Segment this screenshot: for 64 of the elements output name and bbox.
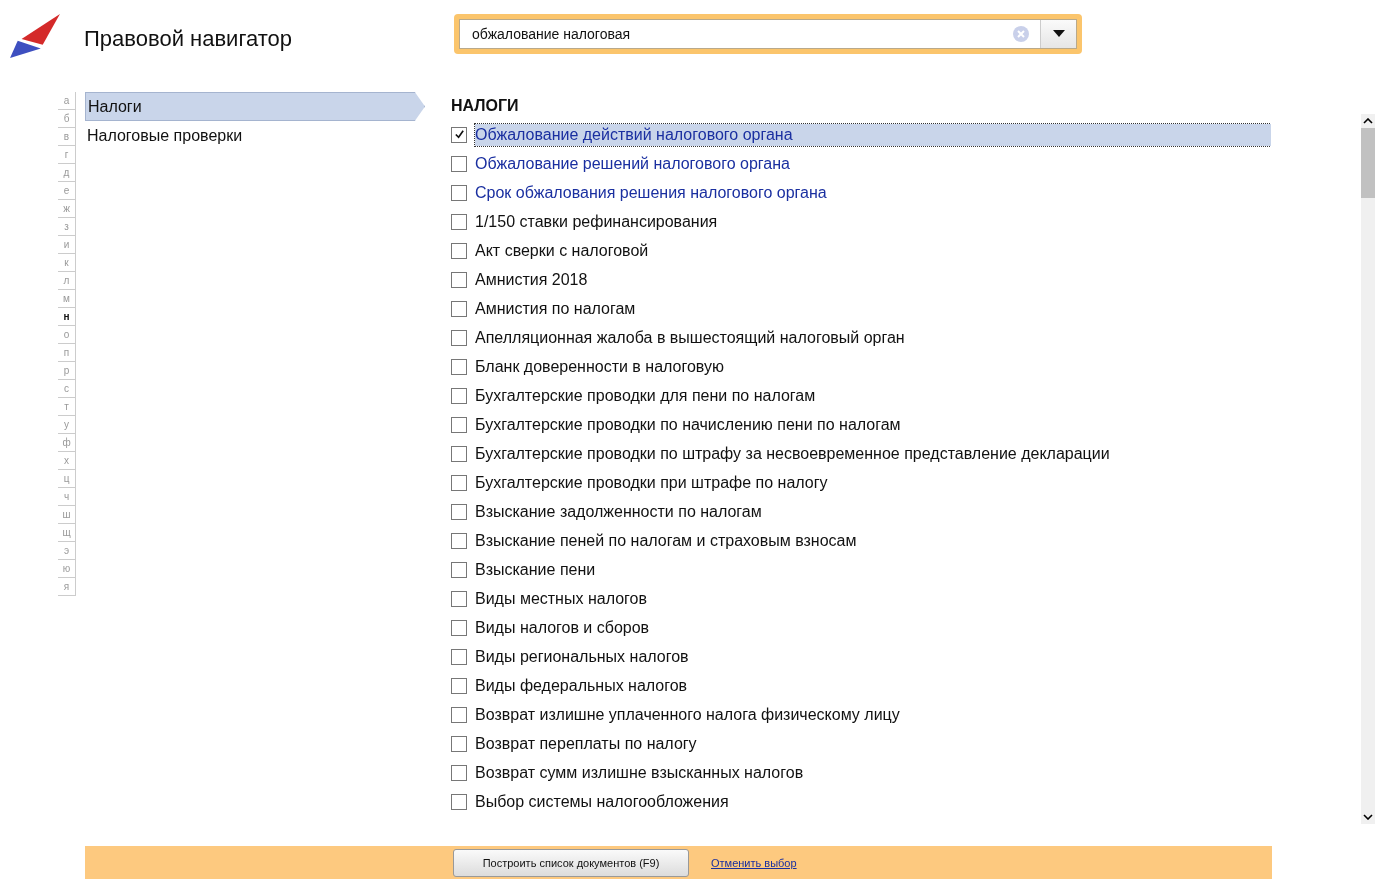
checkbox[interactable] xyxy=(451,706,467,723)
checkbox[interactable] xyxy=(451,242,467,259)
list-item[interactable]: Виды региональных налогов xyxy=(475,645,689,668)
build-list-button[interactable]: Построить список документов (F9) xyxy=(453,848,689,877)
checkbox[interactable] xyxy=(451,271,467,288)
list-item[interactable]: Бухгалтерские проводки по штрафу за несвоевременное представление декларации xyxy=(475,442,1110,465)
list-item[interactable]: Амнистия по налогам xyxy=(475,297,636,320)
list-item[interactable]: Обжалование действий налогового органа xyxy=(475,123,1271,146)
list-item[interactable]: Апелляционная жалоба в вышестоящий налоговый орган xyxy=(475,326,905,349)
sidebar-item[interactable]: Налоги xyxy=(85,92,425,121)
checkbox[interactable] xyxy=(451,126,467,143)
scrollbar[interactable] xyxy=(1361,114,1375,824)
list-item[interactable]: Выбор системы налогообложения xyxy=(475,790,729,813)
checkbox[interactable] xyxy=(451,503,467,520)
checkbox[interactable] xyxy=(451,735,467,752)
checkbox[interactable] xyxy=(451,155,467,172)
cancel-selection-link[interactable]: Отменить выбор xyxy=(711,856,797,869)
caret-down-icon xyxy=(1052,30,1065,38)
sidebar-item[interactable]: Налоговые проверки xyxy=(85,121,425,150)
list-item[interactable]: Обжалование решений налогового органа xyxy=(475,152,790,175)
list-item[interactable]: 1/150 ставки рефинансирования xyxy=(475,210,718,233)
chevron-up-icon[interactable] xyxy=(1363,118,1373,124)
list-item[interactable]: Бухгалтерские проводки при штрафе по налогу xyxy=(475,471,828,494)
chevron-down-icon[interactable] xyxy=(1363,814,1373,820)
list-item[interactable]: Бухгалтерские проводки по начислению пени по налогам xyxy=(475,413,901,436)
checkbox[interactable] xyxy=(451,474,467,491)
search-box[interactable]: обжалование налоговая xyxy=(459,19,1077,49)
checkbox[interactable] xyxy=(451,590,467,607)
checkbox[interactable] xyxy=(451,213,467,230)
check-icon xyxy=(453,129,465,140)
checkbox[interactable] xyxy=(451,619,467,636)
alphabet-letter[interactable]: н xyxy=(58,308,76,326)
section-heading: НАЛОГИ xyxy=(451,96,520,116)
list-item[interactable]: Возврат переплаты по налогу xyxy=(475,732,697,755)
list-item[interactable]: Виды местных налогов xyxy=(475,587,647,610)
checkbox[interactable] xyxy=(451,764,467,781)
list-item[interactable]: Виды федеральных налогов xyxy=(475,674,688,697)
checkbox[interactable] xyxy=(451,300,467,317)
dropdown-button[interactable] xyxy=(1040,20,1076,48)
logo-icon xyxy=(8,12,62,60)
list-item[interactable]: Срок обжалования решения налогового органа xyxy=(475,181,827,204)
checkbox[interactable] xyxy=(451,532,467,549)
list-item[interactable]: Возврат сумм излишне взысканных налогов xyxy=(475,761,804,784)
checkbox[interactable] xyxy=(451,561,467,578)
list-item[interactable]: Бланк доверенности в налоговую xyxy=(475,355,724,378)
checkbox[interactable] xyxy=(451,329,467,346)
list-item[interactable]: Возврат излишне уплаченного налога физическому лицу xyxy=(475,703,900,726)
checkbox[interactable] xyxy=(451,184,467,201)
checkbox[interactable] xyxy=(451,648,467,665)
list-item[interactable]: Взыскание задолженности по налогам xyxy=(475,500,762,523)
list-item[interactable]: Взыскание пеней по налогам и страховым взносам xyxy=(475,529,857,552)
list-item[interactable]: Акт сверки с налоговой xyxy=(475,239,649,262)
list-item[interactable]: Виды налогов и сборов xyxy=(475,616,650,639)
checkbox[interactable] xyxy=(451,793,467,810)
app-title: Правовой навигатор xyxy=(84,26,293,52)
checkbox[interactable] xyxy=(451,387,467,404)
checkbox[interactable] xyxy=(451,416,467,433)
list-item[interactable]: Амнистия 2018 xyxy=(475,268,588,291)
checkbox[interactable] xyxy=(451,358,467,375)
checkbox[interactable] xyxy=(451,677,467,694)
list-item[interactable]: Бухгалтерские проводки для пени по налогам xyxy=(475,384,816,407)
checkbox[interactable] xyxy=(451,445,467,462)
scrollbar-thumb[interactable] xyxy=(1361,128,1375,198)
list-item[interactable]: Взыскание пени xyxy=(475,558,596,581)
